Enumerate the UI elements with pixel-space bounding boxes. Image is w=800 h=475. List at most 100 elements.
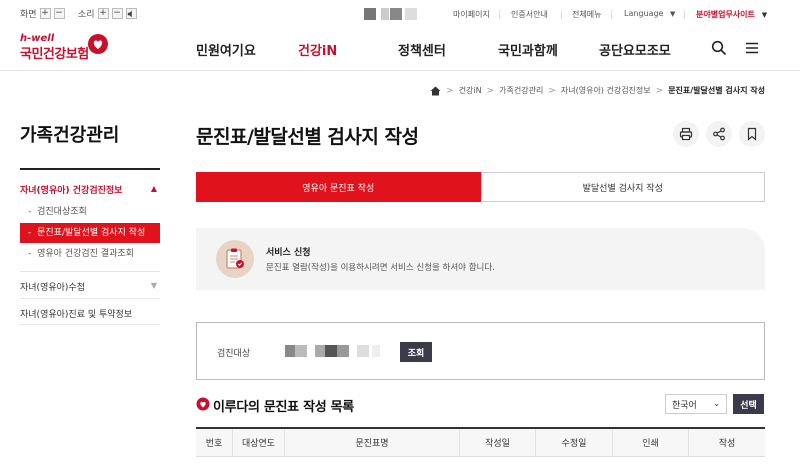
- dash-icon: -: [28, 207, 32, 217]
- select-language-button[interactable]: 선택: [733, 394, 764, 414]
- lnb-subitem-label: 영유아 건강검진 결과조회: [37, 249, 134, 259]
- breadcrumb-separator: >: [446, 85, 454, 96]
- breadcrumb-separator: >: [655, 85, 664, 96]
- column-header: 작성: [718, 439, 736, 449]
- tab-development-screening[interactable]: 발달선별 검사지 작성: [480, 172, 765, 202]
- bookmark-icon: [747, 127, 757, 141]
- chevron-down-icon: ⌄: [713, 399, 720, 408]
- column-header: 수정일: [536, 429, 613, 456]
- logo-name: 국민건강보험: [20, 47, 89, 62]
- lnb-subitem[interactable]: - 검진대상조회: [20, 202, 160, 222]
- lnb-item-child-treatment[interactable]: 자녀(영유아)진료 및 투약정보: [20, 307, 160, 320]
- dash-icon: -: [28, 228, 32, 238]
- gnb-item-together[interactable]: 국민과함께: [498, 40, 558, 59]
- breadcrumb-item[interactable]: 가족건강관리: [499, 85, 543, 96]
- breadcrumb-item[interactable]: 건강iN: [459, 85, 482, 96]
- language-select-value: 한국어: [672, 400, 697, 411]
- questionnaire-table-header: 번호 대상연도 문진표명 작성일 수정일 인쇄 작성: [196, 427, 765, 457]
- service-info-box: 서비스 신청 문진표 열람(작성)을 이용하시려면 서비스 신청을 하셔야 합니…: [196, 228, 765, 290]
- breadcrumb-item[interactable]: 자녀(영유아) 건강검진정보: [561, 85, 651, 96]
- breadcrumb: > 건강iN > 가족건강관리 > 자녀(영유아) 건강검진정보 > 문진표/발…: [430, 85, 765, 96]
- checkup-target-search: 검진대상 조회: [196, 322, 765, 380]
- gnb-item-civil[interactable]: 민원여기요: [196, 40, 256, 59]
- tab-bar: 영유아 문진표 작성 발달선별 검사지 작성: [196, 172, 765, 202]
- lnb-divider: [20, 324, 160, 325]
- utility-bar: 화면 + − 소리 + − 마이페이지 인증서안내 전체메뉴 Language …: [0, 0, 800, 26]
- lnb-subitem[interactable]: - 영유아 건강검진 결과조회: [20, 244, 160, 264]
- share-button[interactable]: [706, 121, 732, 147]
- chevron-down-icon: ▼: [761, 11, 768, 19]
- site-logo[interactable]: h-well 국민건강보험: [20, 33, 108, 62]
- print-button[interactable]: [673, 121, 699, 147]
- all-menu-link[interactable]: 전체메뉴: [572, 9, 601, 20]
- dash-icon: -: [28, 249, 32, 259]
- search-button[interactable]: 조회: [400, 342, 432, 362]
- menu-icon[interactable]: [744, 40, 760, 56]
- redacted-block: [372, 345, 380, 357]
- lnb-title: 가족건강관리: [20, 125, 120, 146]
- redacted-block: [285, 345, 295, 357]
- lnb-item-label: 자녀(영유아) 건강검진정보: [20, 186, 123, 196]
- gnb-item-about[interactable]: 공단요모조모: [599, 40, 671, 59]
- caret-up-icon: ▲: [150, 184, 157, 193]
- lnb-item-label: 자녀(영유아)진료 및 투약정보: [20, 310, 133, 320]
- speaker-icon[interactable]: [125, 8, 137, 19]
- breadcrumb-current: 문진표/발달선별 검사지 작성: [668, 86, 765, 95]
- redacted-block: [390, 8, 402, 20]
- column-header: 인쇄: [613, 429, 689, 456]
- clipboard-icon: [216, 240, 254, 278]
- lnb-item-child-handbook[interactable]: 자녀(영유아)수첩 ▼: [20, 280, 160, 293]
- redacted-block: [295, 345, 307, 357]
- header-divider: [0, 70, 800, 71]
- language-menu[interactable]: Language ▼: [624, 9, 675, 18]
- home-icon[interactable]: [430, 86, 441, 96]
- mypage-link[interactable]: 마이페이지: [453, 9, 490, 20]
- sound-control: 소리 + −: [78, 7, 137, 20]
- separator: [499, 10, 500, 19]
- column-header: 작성일: [460, 429, 536, 456]
- separator: [611, 10, 612, 19]
- chevron-down-icon: ▼: [670, 10, 676, 18]
- tab-infant-questionnaire[interactable]: 영유아 문진표 작성: [196, 172, 481, 202]
- page-title: 문진표/발달선별 검사지 작성: [196, 126, 419, 148]
- separator: [684, 10, 685, 19]
- redacted-block: [381, 8, 389, 20]
- column-header: 문진표명: [285, 429, 460, 456]
- caret-down-icon: ▼: [150, 281, 157, 290]
- lnb-divider: [20, 298, 160, 299]
- gnb-item-policy[interactable]: 정책센터: [398, 40, 446, 59]
- lnb-subitem-active[interactable]: - 문진표/발달선별 검사지 작성: [20, 223, 160, 243]
- column-header: 대상연도: [233, 429, 285, 456]
- redacted-block: [364, 8, 376, 20]
- questionnaire-list-title: 이루다의 문진표 작성 목록: [213, 400, 354, 415]
- column-header: 번호: [196, 429, 233, 456]
- lnb-item-label: 자녀(영유아)수첩: [20, 283, 85, 293]
- lnb-subitem-label: 검진대상조회: [37, 207, 87, 217]
- language-label: Language: [624, 9, 664, 18]
- redacted-block: [357, 345, 369, 357]
- screen-zoom-control: 화면 + −: [20, 7, 65, 20]
- checkup-target-label: 검진대상: [217, 349, 251, 359]
- lnb-divider: [20, 168, 160, 170]
- sound-up-button[interactable]: +: [97, 8, 109, 19]
- search-icon[interactable]: [711, 40, 727, 56]
- breadcrumb-separator: >: [548, 85, 556, 96]
- separator: [561, 10, 562, 19]
- lnb-item-child-checkup[interactable]: 자녀(영유아) 건강검진정보 ▲: [20, 183, 160, 196]
- lnb-subitem-label: 문진표/발달선별 검사지 작성: [37, 228, 146, 238]
- screen-zoom-out-button[interactable]: −: [53, 8, 65, 19]
- breadcrumb-separator: >: [486, 85, 495, 96]
- business-sites-label: 분야별업무사이트: [696, 10, 755, 19]
- bookmark-button[interactable]: [739, 121, 765, 147]
- gnb-item-health-in[interactable]: 건강iN: [298, 40, 337, 59]
- redacted-block: [315, 345, 325, 357]
- sound-label: 소리: [78, 10, 95, 20]
- sound-down-button[interactable]: −: [111, 8, 123, 19]
- screen-zoom-in-button[interactable]: +: [39, 8, 51, 19]
- lnb-divider: [20, 271, 160, 272]
- language-select[interactable]: 한국어 ⌄: [665, 394, 727, 414]
- redacted-block: [337, 345, 349, 357]
- certificate-guide-link[interactable]: 인증서안내: [511, 9, 548, 20]
- share-icon: [713, 127, 725, 141]
- business-sites-menu[interactable]: 분야별업무사이트 ▼: [696, 9, 767, 20]
